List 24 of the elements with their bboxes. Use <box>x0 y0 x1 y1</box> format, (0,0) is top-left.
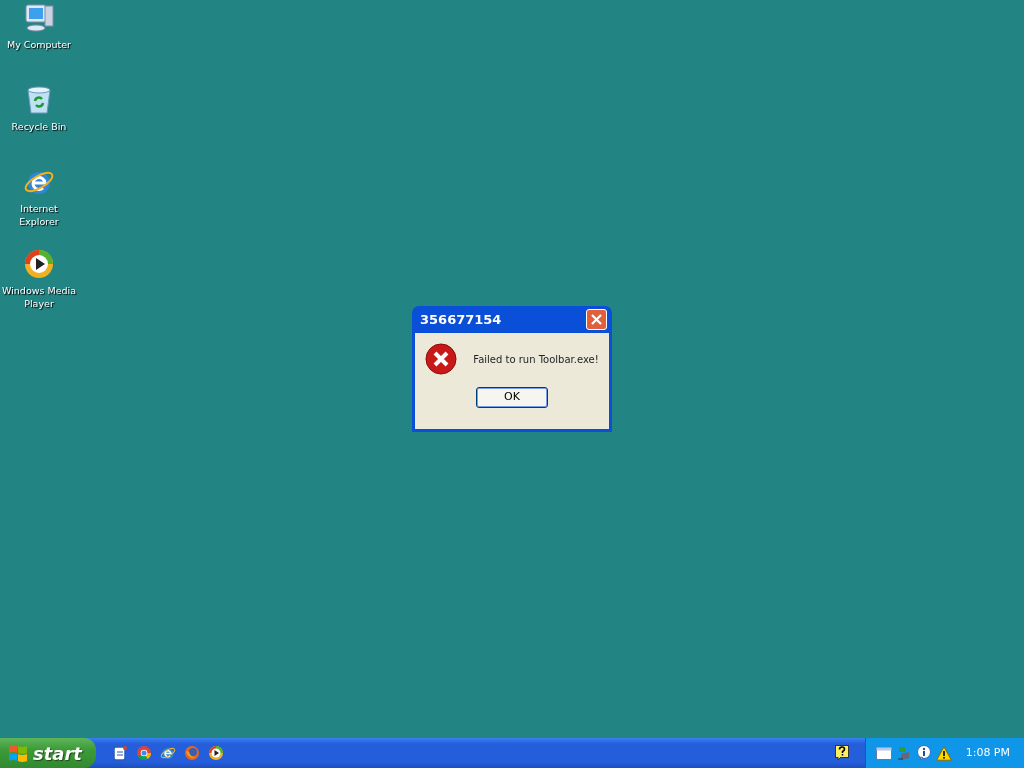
icon-label[interactable]: Recycle Bin <box>11 120 67 133</box>
warning-icon[interactable] <box>935 745 952 761</box>
clock: 1:08 PM <box>965 744 1010 761</box>
error-icon <box>425 343 458 375</box>
icon-label[interactable]: Internet Explorer <box>0 202 78 228</box>
close-button[interactable] <box>586 309 607 330</box>
computer-icon[interactable] <box>23 2 55 34</box>
icon-label[interactable]: My Computer <box>6 38 72 51</box>
error-message: Failed to run Toolbar.exe! <box>473 352 599 367</box>
notepad-icon[interactable] <box>112 745 128 761</box>
close-icon <box>590 313 603 326</box>
fox-globe-icon[interactable] <box>184 745 200 761</box>
icon-label[interactable]: Windows Media Player <box>0 284 78 310</box>
help-icon[interactable] <box>834 745 849 761</box>
globe-e-icon[interactable] <box>160 745 176 761</box>
start-button[interactable]: start <box>0 738 96 768</box>
ok-button[interactable]: OK <box>476 387 548 408</box>
play-icon[interactable] <box>23 248 55 280</box>
play-icon[interactable] <box>208 745 224 761</box>
window-title: 356677154 <box>420 310 502 329</box>
info-icon[interactable] <box>915 745 932 761</box>
windows-logo-icon <box>8 744 28 762</box>
chrome-icon[interactable] <box>136 745 152 761</box>
window-icon[interactable] <box>875 746 892 760</box>
